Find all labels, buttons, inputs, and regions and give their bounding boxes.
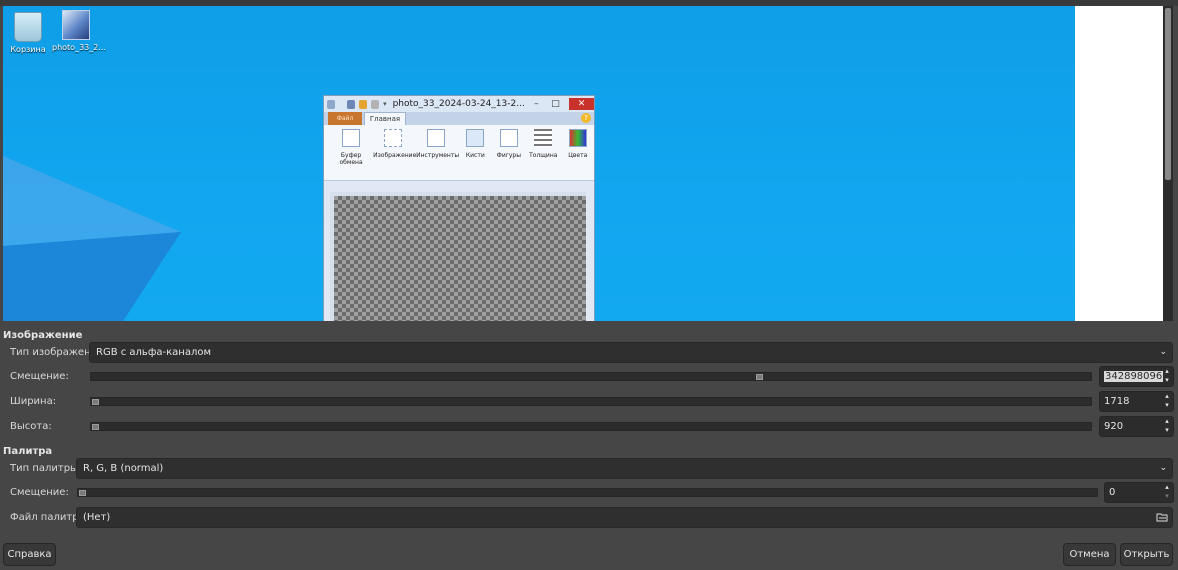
colors-icon <box>568 129 587 147</box>
decrement-icon[interactable]: ▾ <box>1161 426 1173 435</box>
palette-offset-slider[interactable] <box>77 488 1098 497</box>
offset-spinbox[interactable]: 342898096 ▴ ▾ <box>1099 366 1174 387</box>
paint-window: ▾ photo_33_2024-03-24_13-2... – □ ✕ Файл… <box>323 95 595 321</box>
palette-type-label: Тип палитры: <box>10 463 82 474</box>
close-icon: ✕ <box>569 98 594 110</box>
slider-handle[interactable] <box>92 399 99 405</box>
palette-file-field[interactable]: (Нет) <box>76 507 1173 528</box>
slider-handle[interactable] <box>79 490 86 496</box>
quick-access-dropdown-icon: ▾ <box>383 100 387 108</box>
slider-handle[interactable] <box>756 374 763 380</box>
paint-ribbon: Буфер обмена Изображение Инструменты Кис… <box>324 125 594 181</box>
decrement-icon[interactable]: ▾ <box>1161 401 1173 410</box>
image-preview: Корзина photo_33_2... ▾ photo_33_2024-03… <box>3 6 1163 321</box>
offset-value[interactable]: 342898096 <box>1104 371 1164 382</box>
paint-app-icon <box>327 99 336 109</box>
height-slider[interactable] <box>90 422 1092 431</box>
width-label: Ширина: <box>10 396 57 407</box>
palette-offset-value[interactable]: 0 <box>1109 487 1115 498</box>
palette-offset-spinbox[interactable]: 0 ▴ ▾ <box>1104 482 1174 503</box>
desktop-icon-label: photo_33_2... <box>52 43 106 52</box>
decrement-icon[interactable]: ▾ <box>1161 492 1173 501</box>
chevron-down-icon: ⌄ <box>1159 347 1167 357</box>
width-spinbox[interactable]: 1718 ▴ ▾ <box>1099 391 1174 412</box>
help-icon: ? <box>581 113 591 123</box>
folder-open-icon[interactable] <box>1156 511 1168 523</box>
height-spinbox[interactable]: 920 ▴ ▾ <box>1099 416 1174 437</box>
tools-icon <box>427 129 446 147</box>
image-section-title: Изображение <box>3 330 83 341</box>
offset-slider[interactable] <box>90 372 1092 381</box>
increment-icon[interactable]: ▴ <box>1161 392 1173 401</box>
palette-offset-label: Смещение: <box>10 487 69 498</box>
preview-scrollbar[interactable] <box>1163 6 1173 321</box>
paint-canvas-area <box>330 192 586 321</box>
palette-type-value: R, G, B (normal) <box>83 463 164 474</box>
palette-type-select[interactable]: R, G, B (normal) ⌄ <box>76 458 1173 479</box>
decrement-icon[interactable]: ▾ <box>1161 376 1173 385</box>
line-size-icon <box>534 129 553 147</box>
offset-label: Смещение: <box>10 371 69 382</box>
desktop-icon-recycle-bin[interactable]: Корзина <box>4 12 52 54</box>
cancel-button[interactable]: Отмена <box>1063 543 1116 566</box>
recycle-bin-icon <box>14 12 42 42</box>
image-type-value: RGB с альфа-каналом <box>96 347 211 358</box>
slider-handle[interactable] <box>92 424 99 430</box>
maximize-icon: □ <box>551 99 560 109</box>
chevron-down-icon: ⌄ <box>1159 463 1167 473</box>
desktop-icon-label: Корзина <box>10 45 46 54</box>
height-label: Высота: <box>10 421 52 432</box>
desktop-background: Корзина photo_33_2... ▾ photo_33_2024-03… <box>3 6 1075 321</box>
transparent-canvas <box>334 196 586 321</box>
paint-titlebar: ▾ photo_33_2024-03-24_13-2... – □ ✕ <box>324 96 594 112</box>
palette-section-title: Палитра <box>3 446 53 457</box>
ribbon-group-tools: Инструменты <box>416 129 459 180</box>
desktop-icon-photo[interactable]: photo_33_2... <box>52 10 106 52</box>
redo-icon <box>371 99 380 109</box>
ribbon-group-shapes: Фигуры <box>495 129 524 180</box>
ribbon-group-brushes: Кисти <box>459 129 491 180</box>
scrollbar-thumb[interactable] <box>1165 8 1171 180</box>
ribbon-group-clipboard: Буфер обмена <box>332 129 370 180</box>
paint-title: photo_33_2024-03-24_13-2... <box>392 99 525 109</box>
increment-icon[interactable]: ▴ <box>1161 417 1173 426</box>
ribbon-group-size: Толщина <box>526 129 560 180</box>
paint-ribbon-tabs: Файл Главная ? <box>324 112 594 125</box>
width-slider[interactable] <box>90 397 1092 406</box>
brush-icon <box>466 129 485 147</box>
width-value[interactable]: 1718 <box>1104 396 1129 407</box>
clipboard-icon <box>342 129 361 147</box>
palette-file-value: (Нет) <box>83 512 111 523</box>
ribbon-group-image: Изображение <box>373 129 416 180</box>
minimize-icon: – <box>534 99 539 109</box>
help-button[interactable]: Справка <box>3 543 56 566</box>
open-button[interactable]: Открыть <box>1120 543 1173 566</box>
select-icon <box>384 129 403 147</box>
image-type-select[interactable]: RGB с альфа-каналом ⌄ <box>89 342 1173 363</box>
undo-icon <box>359 99 368 109</box>
increment-icon[interactable]: ▴ <box>1161 483 1173 492</box>
photo-file-icon <box>62 10 90 40</box>
increment-icon[interactable]: ▴ <box>1161 367 1173 376</box>
ribbon-group-colors: Цвета <box>563 129 592 180</box>
shapes-icon <box>499 129 518 147</box>
save-icon <box>347 99 356 109</box>
paint-tab-file: Файл <box>328 112 362 125</box>
paint-tab-home: Главная <box>364 112 406 125</box>
height-value[interactable]: 920 <box>1104 421 1123 432</box>
